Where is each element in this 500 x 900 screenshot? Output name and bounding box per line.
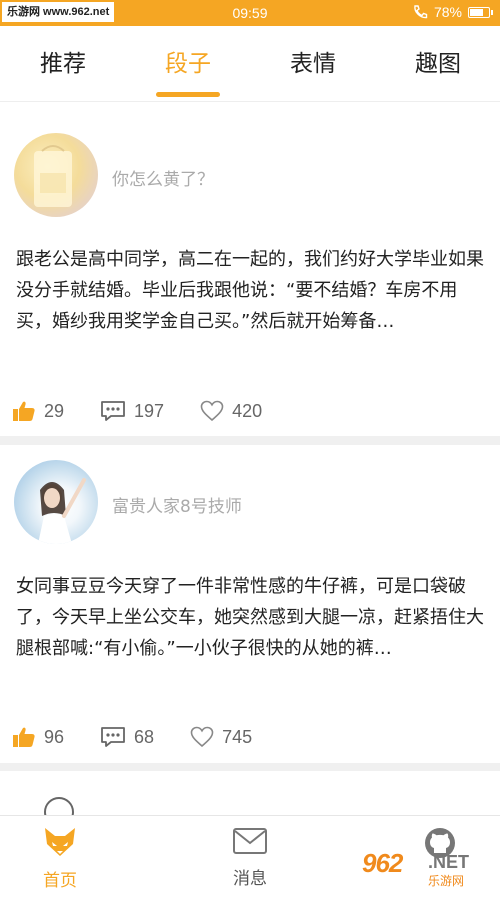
post-card[interactable]: 你怎么黄了？ 跟老公是高中同学，高二在一起的，我们约好大学毕业如果没分手就结婚。… — [0, 103, 500, 436]
post-content[interactable]: 女同事豆豆今天穿了一件非常性感的牛仔裤，可是口袋破了，今天早上坐公交车，她突然感… — [16, 571, 486, 664]
tab-recommend[interactable]: 推荐 — [8, 44, 118, 78]
comment-count: 68 — [134, 726, 155, 747]
tab-stickers[interactable]: 表情 — [258, 44, 368, 78]
nav-home[interactable]: 首页 — [0, 826, 120, 891]
comment-button[interactable]: 197 — [100, 400, 164, 422]
avatar[interactable] — [14, 133, 98, 217]
avatar-image — [34, 145, 72, 207]
avatar-image — [38, 478, 86, 544]
favorite-button[interactable]: 420 — [200, 400, 262, 422]
thumbs-up-icon — [13, 727, 35, 747]
fox-icon — [45, 828, 75, 856]
status-bar: 乐游网 www.962.net 09:59 78% — [0, 0, 500, 26]
heart-icon — [200, 400, 224, 422]
comment-icon — [101, 727, 125, 747]
post-card[interactable]: 富贵人家8号技师 女同事豆豆今天穿了一件非常性感的牛仔裤，可是口袋破了，今天早上… — [0, 445, 500, 763]
like-button[interactable]: 96 — [12, 726, 64, 748]
favorite-count: 420 — [232, 400, 263, 421]
phone-icon — [414, 5, 428, 19]
battery-icon — [468, 6, 493, 18]
like-button[interactable]: 29 — [12, 400, 64, 422]
comment-count: 197 — [134, 400, 165, 421]
bottom-nav: 首页 消息 962 .NET 乐游网 — [0, 815, 500, 900]
avatar[interactable] — [44, 797, 74, 815]
tab-funny-pics[interactable]: 趣图 — [383, 44, 493, 78]
tab-jokes[interactable]: 段子 — [133, 44, 243, 78]
nav-messages-label: 消息 — [233, 869, 267, 889]
nav-home-label: 首页 — [43, 871, 77, 891]
post-actions: 29 197 420 — [12, 396, 298, 426]
thumbs-up-icon — [13, 401, 35, 421]
comment-icon — [101, 401, 125, 421]
post-card[interactable] — [0, 771, 500, 815]
logo-sub: 乐游网 — [428, 874, 465, 888]
logo-net: .NET — [428, 852, 470, 872]
site-watermark-logo: 962 .NET 乐游网 — [362, 848, 492, 892]
username[interactable]: 你怎么黄了？ — [112, 165, 214, 190]
heart-icon — [190, 726, 214, 748]
post-content[interactable]: 跟老公是高中同学，高二在一起的，我们约好大学毕业如果没分手就结婚。毕业后我跟他说… — [16, 244, 486, 337]
avatar[interactable] — [14, 460, 98, 544]
status-right: 78% — [412, 4, 493, 20]
favorite-count: 745 — [222, 726, 253, 747]
favorite-button[interactable]: 745 — [190, 726, 252, 748]
post-actions: 96 68 745 — [12, 722, 288, 752]
like-count: 96 — [44, 726, 65, 747]
comment-button[interactable]: 68 — [100, 726, 154, 748]
top-tabs: 推荐 段子 表情 趣图 — [0, 26, 500, 102]
nav-messages[interactable]: 消息 — [190, 826, 310, 889]
mail-icon — [233, 828, 267, 854]
logo-number: 962 — [362, 848, 403, 878]
like-count: 29 — [44, 400, 65, 421]
battery-percent: 78% — [433, 4, 462, 20]
post-feed[interactable]: 你怎么黄了？ 跟老公是高中同学，高二在一起的，我们约好大学毕业如果没分手就结婚。… — [0, 103, 500, 815]
username[interactable]: 富贵人家8号技师 — [112, 492, 242, 517]
active-tab-indicator — [156, 92, 220, 97]
